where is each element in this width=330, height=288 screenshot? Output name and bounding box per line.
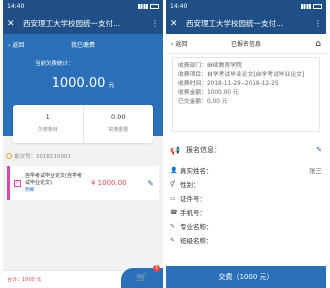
home-icon[interactable]: ⌂	[281, 39, 321, 49]
field-phone: ☎ 手机号：	[170, 205, 322, 219]
webview-titlebar: ✕ 西安理工大学校园统一支付... ⋮	[166, 13, 326, 34]
webview-title: 西安理工大学校园统一支付...	[186, 19, 284, 28]
status-bar: 14:40	[3, 0, 163, 13]
phone-icon: ☎	[170, 208, 178, 216]
item-name: 自学考试毕业论文(自学考试毕业论文)	[25, 173, 82, 186]
field-name: 👤 真实姓名： 张三	[170, 163, 322, 177]
stat-caption: 欠缴条目	[37, 127, 58, 133]
edit-icon[interactable]: ✎	[147, 179, 154, 188]
stat-value: 1	[45, 113, 50, 121]
status-bar: 14:40	[166, 0, 326, 13]
edit-note-icon: ✎	[170, 222, 176, 230]
fee-item-row[interactable]: ✓ 自学考试毕业论文(自学考试毕业论文) 明细 ¥ 1000.00 ✎	[7, 166, 159, 200]
batch-number: 批次号：2018110001	[14, 154, 71, 160]
field-label: 真实姓名：	[180, 167, 213, 175]
battery-icon	[150, 4, 159, 9]
nav-bar: ‹ 返回 已报名信息 ⌂	[166, 34, 326, 54]
item-detail-link[interactable]: 明细	[25, 187, 83, 193]
field-label: 证件号：	[180, 195, 206, 203]
page-title: 已报名信息	[230, 41, 261, 48]
cart-badge: 1	[153, 265, 160, 272]
field-label: 专业名称：	[180, 223, 213, 231]
more-icon[interactable]: ⋮	[310, 19, 322, 28]
back-label: 返回	[12, 41, 25, 49]
cart-icon: 🛒	[136, 273, 148, 283]
field-value: 张三	[309, 167, 322, 175]
webview-title: 西安理工大学校园统一支付...	[23, 19, 121, 28]
edit-note-icon: ✎	[170, 236, 176, 244]
field-class: ✎ 班级名称：	[170, 233, 322, 247]
status-icons	[138, 4, 159, 9]
left-screen: 14:40 ✕ 西安理工大学校园统一支付... ⋮ ‹ 返回 我已缴费 当前欠费…	[3, 0, 163, 288]
cart-button[interactable]: 🛒 1	[121, 265, 163, 288]
field-label: 性别：	[180, 181, 200, 189]
edit-icon[interactable]: ✎	[316, 146, 322, 154]
more-icon[interactable]: ⋮	[147, 19, 159, 28]
batch-row: 批次号：2018110001	[6, 152, 71, 160]
field-major: ✎ 专业名称：	[170, 219, 322, 233]
section-title: 报名信息：	[185, 146, 221, 154]
amount-unit: 元	[108, 82, 115, 89]
status-time: 14:40	[170, 3, 188, 10]
gender-icon: ⚥	[170, 180, 176, 188]
item-accent-bar	[7, 166, 10, 200]
battery-icon	[313, 4, 322, 9]
info-item: 收费项目：自学考试毕业论文[自学考试毕业论文]	[178, 71, 305, 78]
info-amount: 收费金额：1000.00 元	[178, 89, 239, 96]
batch-icon	[6, 153, 12, 159]
field-id: ▭ 证件号：	[170, 191, 322, 205]
item-price: ¥ 1000.00	[91, 179, 127, 187]
stat-value: 0.00	[111, 113, 126, 121]
megaphone-icon: 📢	[170, 145, 180, 155]
item-checkbox[interactable]: ✓	[14, 179, 21, 187]
close-icon[interactable]: ✕	[170, 19, 182, 29]
close-icon[interactable]: ✕	[7, 19, 19, 29]
back-button[interactable]: ‹ 返回	[8, 40, 48, 49]
registration-form: 👤 真实姓名： 张三 ⚥ 性别： ▭ 证件号： ☎ 手机号： ✎ 专业名称： ✎ 班级名称：	[170, 163, 322, 247]
page-title: 我已缴费	[70, 41, 95, 49]
status-time: 14:40	[7, 3, 25, 10]
field-label: 班级名称：	[180, 237, 213, 245]
nav-bar: ‹ 返回 我已缴费	[3, 34, 163, 54]
webview-titlebar: ✕ 西安理工大学校园统一支付... ⋮	[3, 13, 163, 34]
arrears-label: 当前欠费统计：	[35, 61, 74, 67]
id-card-icon: ▭	[170, 194, 176, 202]
stat-unpaid-items: 1 欠缴条目	[13, 105, 83, 143]
field-gender: ⚥ 性别：	[170, 177, 322, 191]
right-screen: 14:40 ✕ 西安理工大学校园统一支付... ⋮ ‹ 返回 已报名信息 ⌂ 收…	[166, 0, 326, 288]
info-paid: 已交金额：0.00 元	[178, 98, 228, 105]
stat-paid-amount: 0.00 实缴金额	[82, 105, 154, 143]
field-label: 手机号：	[180, 209, 206, 217]
item-meta: 自学考试毕业论文(自学考试毕业论文) 明细	[25, 173, 83, 193]
info-department: 收费部门：继续教育学院	[178, 63, 242, 69]
stats-card: 1 欠缴条目 0.00 实缴金额	[13, 105, 153, 143]
status-icons	[301, 4, 322, 9]
person-icon: 👤	[170, 166, 178, 174]
signal-icon	[301, 4, 311, 9]
pay-button[interactable]: 交费（1000 元）	[166, 266, 326, 288]
signal-icon	[138, 4, 148, 9]
amount-value: 1000.00	[51, 76, 106, 91]
arrears-amount: 1000.00 元	[3, 76, 163, 91]
fee-info-box: 收费部门：继续教育学院 收费项目：自学考试毕业论文[自学考试毕业论文] 收费时间…	[172, 57, 320, 132]
info-period: 收费时间：2018-11-29--2018-12-25	[178, 80, 279, 87]
stat-caption: 实缴金额	[108, 127, 129, 133]
back-label: 返回	[175, 41, 188, 48]
back-button[interactable]: ‹ 返回	[171, 39, 211, 48]
section-header: 📢 报名信息： ✎	[170, 145, 322, 155]
